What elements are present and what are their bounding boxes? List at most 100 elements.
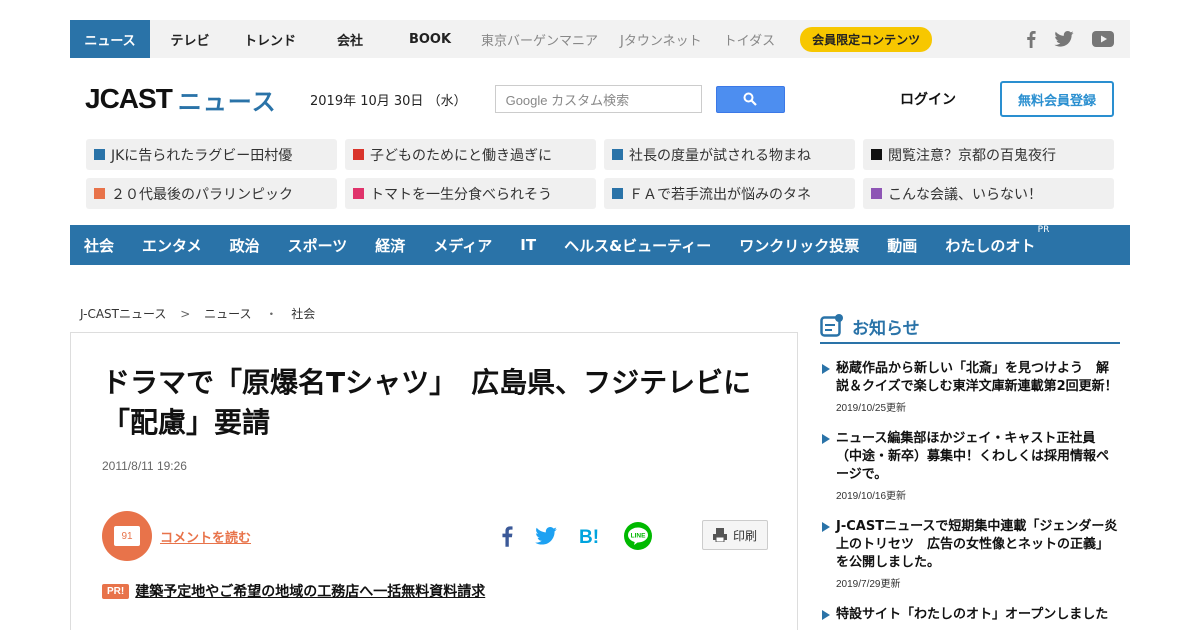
notice-text: J-CASTニュースで短期集中連載「ジェンダー炎上のトリセツ 広告の女性像とネッ… [836, 519, 1118, 570]
print-label: 印刷 [732, 528, 757, 543]
trending-topic[interactable]: 閲覧注意？京都の百鬼夜行 [863, 139, 1114, 170]
comment-read-label: コメントを読む [160, 530, 252, 546]
tab-company[interactable]: 会社 [310, 20, 390, 58]
notice-item[interactable]: J-CASTニュースで短期集中連載「ジェンダー炎上のトリセツ 広告の女性像とネッ… [820, 518, 1120, 590]
notice-text: 秘蔵作品から新しい「北斎」を見つけよう 解説＆クイズで楽しむ東洋文庫新連載第2回… [836, 361, 1118, 394]
svg-text:B!: B! [579, 527, 599, 546]
category-video[interactable]: 動画 [887, 235, 917, 256]
tab-book[interactable]: BOOK [390, 20, 470, 58]
register-button[interactable]: 無料会員登録 [1000, 81, 1114, 117]
breadcrumb-separator: > [180, 307, 191, 321]
link-tokyo-bargain[interactable]: 東京バーゲンマニア [470, 30, 609, 49]
line-share-icon[interactable]: LINE [623, 521, 653, 555]
trending-topic[interactable]: 子どものためにと働き過ぎに [345, 139, 596, 170]
link-j-town-net[interactable]: Jタウンネット [609, 30, 713, 49]
facebook-share-icon[interactable] [501, 525, 513, 551]
breadcrumb-society[interactable]: 社会 [291, 307, 315, 321]
search-icon [743, 92, 757, 106]
twitter-share-icon[interactable] [535, 527, 557, 549]
trending-topic[interactable]: トマトを一生分食べられそう [345, 178, 596, 209]
category-nav: 社会 エンタメ 政治 スポーツ 経済 メディア IT ヘルス&ビューティー ワン… [70, 225, 1130, 265]
category-it[interactable]: IT [520, 236, 536, 254]
social-links [1026, 30, 1130, 48]
tab-trend[interactable]: トレンド [230, 20, 310, 58]
pr-ad-line: PR! 建築予定地やご希望の地域の工務店へ一括無料資料請求 [102, 581, 485, 601]
notice-date: 2019/10/25更新 [836, 403, 907, 414]
triangle-right-icon [822, 434, 830, 444]
topic-color-marker [94, 188, 105, 199]
share-buttons: B! LINE [501, 521, 653, 555]
topic-color-marker [353, 149, 364, 160]
pr-ad-link[interactable]: 建築予定地やご希望の地域の工務店へ一括無料資料請求 [135, 581, 485, 601]
article-card: ドラマで「原爆名Tシャツ」 広島県、フジテレビに「配慮」要請 2011/8/11… [70, 332, 798, 630]
triangle-right-icon [822, 522, 830, 532]
trending-topic[interactable]: こんな会議、いらない！ [863, 178, 1114, 209]
twitter-icon[interactable] [1054, 31, 1074, 47]
notice-item[interactable]: ニュース編集部ほかジェイ・キャスト正社員（中途・新卒）募集中！くわしくは採用情報… [820, 430, 1120, 502]
category-sports[interactable]: スポーツ [288, 235, 348, 256]
trending-topic[interactable]: ２０代最後のパラリンピック [86, 178, 337, 209]
category-watashi-no-oto[interactable]: わたしのオト PR [945, 225, 1049, 256]
category-politics[interactable]: 政治 [230, 235, 260, 256]
breadcrumb: J-CASTニュース > ニュース ・ 社会 [80, 305, 315, 322]
category-economy[interactable]: 経済 [375, 235, 405, 256]
triangle-right-icon [822, 610, 830, 620]
search-input[interactable]: Google カスタム検索 [494, 85, 702, 113]
trending-topic-label: ２０代最後のパラリンピック [111, 186, 293, 203]
trending-topic-label: 子どものためにと働き過ぎに [370, 147, 552, 164]
category-entertainment[interactable]: エンタメ [142, 235, 202, 256]
svg-text:LINE: LINE [631, 533, 646, 540]
trending-topic[interactable]: ＦＡで若手流出が悩みのタネ [604, 178, 855, 209]
notice-date: 2019/7/29更新 [836, 579, 901, 590]
trending-topic-label: 社長の度量が試される物まね [629, 147, 811, 164]
print-button[interactable]: 印刷 [702, 520, 768, 550]
category-media[interactable]: メディア [433, 235, 492, 256]
facebook-icon[interactable] [1026, 30, 1036, 48]
tab-news[interactable]: ニュース [70, 20, 150, 58]
search-button[interactable] [715, 85, 785, 113]
notices-title: お知らせ [852, 318, 920, 339]
topic-color-marker [612, 149, 623, 160]
jcast-logo[interactable]: JCAST ニュース [85, 82, 295, 117]
notices-header: お知らせ [820, 310, 1120, 344]
notice-icon [820, 314, 843, 337]
notice-item[interactable]: 特設サイト「わたしのオト」オープンしました [820, 606, 1120, 624]
category-health-beauty[interactable]: ヘルス&ビューティー [564, 235, 711, 256]
tab-tv[interactable]: テレビ [150, 20, 230, 58]
topic-color-marker [612, 188, 623, 199]
login-link[interactable]: ログイン [900, 89, 956, 109]
trending-topic-label: こんな会議、いらない！ [888, 186, 1042, 203]
trending-topic-label: トマトを一生分食べられそう [370, 186, 552, 203]
member-content-button[interactable]: 会員限定コンテンツ [800, 26, 933, 52]
youtube-icon[interactable] [1092, 31, 1114, 47]
pr-badge: PR! [102, 583, 130, 599]
notice-text: 特設サイト「わたしのオト」オープンしました [836, 607, 1109, 622]
breadcrumb-home[interactable]: J-CASTニュース [80, 307, 166, 321]
topic-color-marker [871, 149, 882, 160]
category-society[interactable]: 社会 [84, 235, 114, 256]
hatena-bookmark-icon[interactable]: B! [579, 526, 601, 550]
link-toidasu[interactable]: トイダス [713, 30, 786, 49]
trending-topic-label: ＦＡで若手流出が悩みのタネ [629, 186, 811, 203]
notice-text: ニュース編集部ほかジェイ・キャスト正社員（中途・新卒）募集中！くわしくは採用情報… [836, 431, 1110, 482]
pr-label: PR [1037, 224, 1050, 235]
trending-topic[interactable]: 社長の度量が試される物まね [604, 139, 855, 170]
current-date: 2019年 10月 30日 （水） [310, 93, 467, 109]
category-watashi-no-oto-label: わたしのオト [945, 236, 1036, 255]
topic-color-marker [94, 149, 105, 160]
article-date: 2011/8/11 19:26 [102, 459, 187, 473]
category-one-click-vote[interactable]: ワンクリック投票 [739, 235, 859, 256]
comment-link[interactable]: 91 コメントを読む [102, 511, 251, 561]
topic-color-marker [871, 188, 882, 199]
site-header: JCAST ニュース 2019年 10月 30日 （水） Google カスタム… [70, 78, 1130, 120]
notices-list: 秘蔵作品から新しい「北斎」を見つけよう 解説＆クイズで楽しむ東洋文庫新連載第2回… [820, 360, 1120, 624]
sidebar-notices: お知らせ 秘蔵作品から新しい「北斎」を見つけよう 解説＆クイズで楽しむ東洋文庫新… [820, 310, 1120, 624]
breadcrumb-news[interactable]: ニュース [204, 307, 251, 321]
breadcrumb-separator: ・ [265, 307, 278, 321]
trending-topic[interactable]: JKに告られたラグビー田村優 [86, 139, 337, 170]
comment-count: 91 [114, 526, 140, 546]
topic-color-marker [353, 188, 364, 199]
logo-jcast-text: JCAST [85, 83, 173, 114]
notice-date: 2019/10/16更新 [836, 491, 907, 502]
notice-item[interactable]: 秘蔵作品から新しい「北斎」を見つけよう 解説＆クイズで楽しむ東洋文庫新連載第2回… [820, 360, 1120, 414]
